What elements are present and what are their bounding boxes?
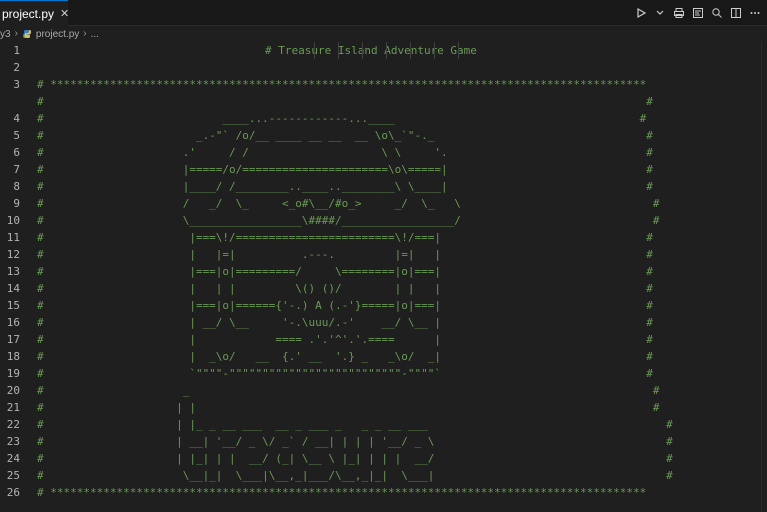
line-number: 20 <box>6 384 20 397</box>
tab-label: project.py <box>2 6 55 21</box>
line-number-gutter: 1 2 3 4 5 6 7 8 9 10 11 12 13 14 15 16 17 18 19 20 21 22 23 24 2… <box>0 42 24 512</box>
code-line[interactable]: # | | # <box>37 399 660 416</box>
code-line[interactable]: # Treasure Island Adventure Game <box>265 42 477 59</box>
line-number: 16 <box>6 316 20 329</box>
code-line[interactable]: # # <box>37 93 653 110</box>
line-number: 15 <box>6 299 20 312</box>
line-number: 7 <box>13 163 20 176</box>
code-line[interactable]: # \_________________\####/______________… <box>37 212 660 229</box>
code-line[interactable]: # |===\!/========================\!/===|… <box>37 229 653 246</box>
code-line[interactable]: # .' / / \ \ '. # <box>37 144 653 161</box>
more-icon[interactable] <box>749 7 761 19</box>
code-line[interactable]: # |===|o|=========/ \========|o|===| # <box>37 263 653 280</box>
code-line[interactable]: # `""""-""""""""""""""""""""""""""-""""`… <box>37 365 653 382</box>
indent-guide <box>386 42 387 59</box>
play-icon[interactable] <box>635 7 647 19</box>
line-number: 4 <box>13 112 20 125</box>
code-line[interactable]: # |===|o|======{'-.) A (.-'}=====|o|===|… <box>37 297 653 314</box>
code-line[interactable]: # | |=| .---. |=| | # <box>37 246 653 263</box>
line-number: 12 <box>6 248 20 261</box>
line-number: 3 <box>13 78 20 91</box>
code-line[interactable]: # _ # <box>37 382 660 399</box>
chevron-down-icon[interactable] <box>654 7 666 19</box>
line-number: 19 <box>6 367 20 380</box>
python-file-icon <box>22 29 32 39</box>
breadcrumb: y3 › project.py › ... <box>0 26 767 42</box>
split-editor-icon[interactable] <box>730 7 742 19</box>
line-number: 8 <box>13 180 20 193</box>
search-icon[interactable] <box>711 7 723 19</box>
line-number: 11 <box>6 231 20 244</box>
code-line[interactable]: # ____...------------...____ # <box>37 110 646 127</box>
code-line[interactable]: # **************************************… <box>37 484 646 501</box>
line-number: 22 <box>6 418 20 431</box>
print-icon[interactable] <box>673 7 685 19</box>
code-line[interactable]: # | | | \() ()/ | | | # <box>37 280 653 297</box>
vertical-scrollbar[interactable] <box>761 42 767 512</box>
code-line[interactable]: # **************************************… <box>37 76 646 93</box>
code-line[interactable]: # | |_ _ __ ___ __ _ ___ _ _ _ __ ___ # <box>37 416 673 433</box>
line-number: 9 <box>13 197 20 210</box>
code-area[interactable]: # Treasure Island Adventure Game # ******… <box>37 42 767 512</box>
code-line[interactable]: # | __| '__/ _ \/ _` / __| | | | '__/ _ … <box>37 433 673 450</box>
line-number: 23 <box>6 435 20 448</box>
indent-guide <box>362 42 363 59</box>
line-number: 5 <box>13 129 20 142</box>
code-line[interactable]: # | __/ \__ '-.\uuu/.-' __/ \__ | # <box>37 314 653 331</box>
line-number: 2 <box>13 61 20 74</box>
preview-icon[interactable] <box>692 7 704 19</box>
code-line[interactable]: # | _\o/ __ {.' __ '.} _ _\o/ _| # <box>37 348 653 365</box>
line-number: 13 <box>6 265 20 278</box>
line-number: 21 <box>6 401 20 414</box>
indent-guide <box>314 42 315 59</box>
line-number: 14 <box>6 282 20 295</box>
line-number: 1 <box>13 44 20 57</box>
breadcrumb-folder[interactable]: y3 <box>0 29 11 40</box>
breadcrumb-file[interactable]: project.py <box>22 29 79 40</box>
line-number: 10 <box>6 214 20 227</box>
code-line[interactable]: # |=====/o/======================\o\====… <box>37 161 653 178</box>
chevron-right-icon: › <box>83 28 87 39</box>
code-line[interactable]: # |____/ /________..____..________\ \___… <box>37 178 653 195</box>
code-line[interactable]: # / _/ \_ <_o#\__/#o_> _/ \_ \ # <box>37 195 660 212</box>
code-line[interactable]: # _.-"` /o/__ ____ __ __ __ \o\_`"-._ # <box>37 127 653 144</box>
chevron-right-icon: › <box>14 28 18 39</box>
line-number: 18 <box>6 350 20 363</box>
breadcrumb-symbol[interactable]: ... <box>91 29 99 40</box>
code-editor[interactable]: 1 2 3 4 5 6 7 8 9 10 11 12 13 14 15 16 17 18 19 20 21 22 23 24 2… <box>0 42 767 512</box>
code-line[interactable]: # \__|_| \___|\__,_|___/\__,_|_| \___| # <box>37 467 673 484</box>
close-icon[interactable]: ✕ <box>60 8 69 19</box>
indent-guide <box>458 42 459 59</box>
tab-project-py[interactable]: project.py ✕ <box>0 0 69 26</box>
editor-toolbar <box>635 5 761 21</box>
tab-bar: project.py ✕ <box>0 0 767 26</box>
code-line[interactable]: # | ==== .'.'^'.'.==== | # <box>37 331 653 348</box>
indent-guide <box>338 42 339 59</box>
line-number: 17 <box>6 333 20 346</box>
line-number: 24 <box>6 452 20 465</box>
line-number: 26 <box>6 486 20 499</box>
line-number: 6 <box>13 146 20 159</box>
indent-guide <box>410 42 411 59</box>
code-line[interactable]: # | |_| | | __/ (_| \__ \ |_| | | | __/ … <box>37 450 673 467</box>
line-number: 25 <box>6 469 20 482</box>
indent-guide <box>434 42 435 59</box>
